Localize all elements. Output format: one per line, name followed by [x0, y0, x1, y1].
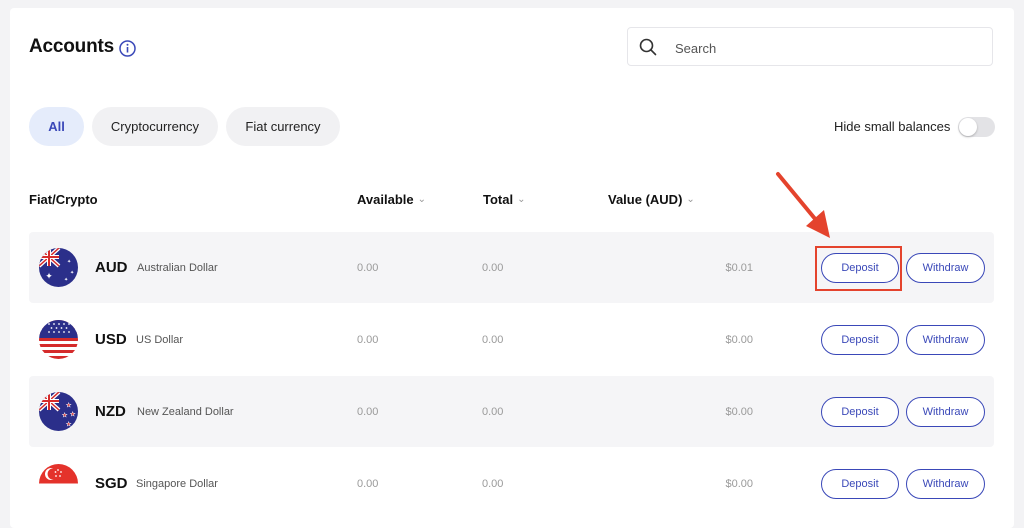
currency-name: Australian Dollar — [137, 262, 218, 274]
total-amount: 0.00 — [482, 262, 504, 274]
hide-small-balances-label: Hide small balances — [834, 119, 951, 134]
singapore-flag-icon — [39, 464, 78, 503]
svg-text:★: ★ — [66, 402, 71, 409]
withdraw-button[interactable]: Withdraw — [906, 253, 985, 283]
withdraw-button[interactable]: Withdraw — [906, 397, 985, 427]
filter-chip-fiat-currency[interactable]: Fiat currency — [226, 107, 340, 146]
deposit-button[interactable]: Deposit — [821, 325, 899, 355]
withdraw-button[interactable]: Withdraw — [906, 325, 985, 355]
available-amount: 0.00 — [357, 262, 379, 274]
table-row-sgd: SGD Singapore Dollar 0.00 0.00 $0.00 Dep… — [29, 448, 994, 519]
svg-text:✦: ✦ — [64, 277, 68, 283]
filter-chip-all[interactable]: All — [29, 107, 84, 146]
search-input[interactable] — [673, 36, 977, 60]
svg-text:★: ★ — [62, 412, 67, 419]
currency-code: SGD — [95, 475, 128, 492]
table-row-usd: USD US Dollar 0.00 0.00 $0.00 Deposit Wi… — [29, 304, 994, 375]
currency-name: Singapore Dollar — [136, 478, 218, 490]
australia-flag-icon: ✦ ✦ ✦ ✦ — [39, 248, 78, 287]
total-amount: 0.00 — [482, 334, 504, 346]
currency-code: USD — [95, 331, 127, 348]
column-header-value-label: Value (AUD) — [608, 192, 683, 207]
column-header-available-label: Available — [357, 192, 414, 207]
currency-code: AUD — [95, 259, 128, 276]
withdraw-button[interactable]: Withdraw — [906, 469, 985, 499]
search-icon — [639, 38, 657, 56]
usa-flag-icon — [39, 320, 78, 359]
search-box[interactable] — [627, 27, 993, 66]
svg-text:★: ★ — [70, 411, 75, 418]
chevron-down-icon: ⌄ — [517, 194, 526, 205]
value-amount: $0.01 — [725, 262, 753, 274]
deposit-button[interactable]: Deposit — [821, 469, 899, 499]
available-amount: 0.00 — [357, 406, 379, 418]
column-header-total-label: Total — [483, 192, 514, 207]
currency-name: New Zealand Dollar — [137, 406, 234, 418]
svg-text:★: ★ — [66, 421, 71, 428]
svg-text:✦: ✦ — [70, 270, 74, 276]
total-amount: 0.00 — [482, 478, 504, 490]
chevron-down-icon: ⌄ — [417, 194, 426, 205]
currency-code: NZD — [95, 403, 126, 420]
column-header-total[interactable]: Total ⌄ — [483, 192, 525, 207]
svg-text:✦: ✦ — [45, 272, 53, 282]
available-amount: 0.00 — [357, 334, 379, 346]
annotation-arrow-icon — [776, 172, 830, 238]
column-header-available[interactable]: Available ⌄ — [357, 192, 426, 207]
svg-text:✦: ✦ — [67, 259, 71, 265]
value-amount: $0.00 — [725, 334, 753, 346]
deposit-highlight-box — [815, 246, 902, 291]
filter-chip-cryptocurrency[interactable]: Cryptocurrency — [92, 107, 218, 146]
column-header-value[interactable]: Value (AUD) ⌄ — [608, 192, 695, 207]
chevron-down-icon: ⌄ — [686, 194, 695, 205]
value-amount: $0.00 — [725, 406, 753, 418]
available-amount: 0.00 — [357, 478, 379, 490]
column-header-asset: Fiat/Crypto — [29, 192, 98, 207]
currency-name: US Dollar — [136, 334, 184, 346]
hide-small-balances-toggle[interactable] — [958, 117, 995, 137]
deposit-button[interactable]: Deposit — [821, 397, 899, 427]
new-zealand-flag-icon: ★ ★ ★ ★ — [39, 392, 78, 431]
table-row-nzd: ★ ★ ★ ★ NZD New Zealand Dollar 0.00 0.00… — [29, 376, 994, 447]
total-amount: 0.00 — [482, 406, 504, 418]
column-header-asset-label: Fiat/Crypto — [29, 192, 98, 207]
toggle-knob — [959, 118, 977, 136]
value-amount: $0.00 — [725, 478, 753, 490]
info-icon[interactable] — [119, 40, 136, 57]
page-title: Accounts — [29, 36, 114, 57]
